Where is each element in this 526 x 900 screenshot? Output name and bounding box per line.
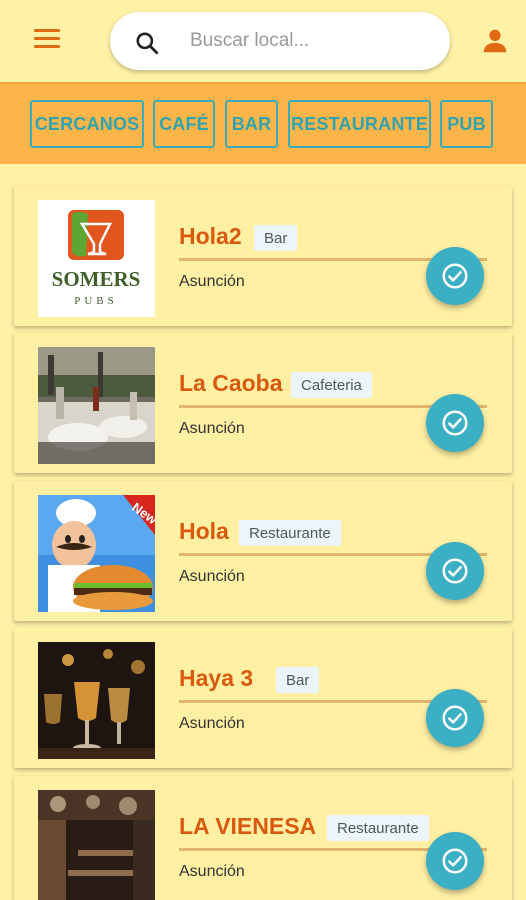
search-icon (136, 32, 159, 55)
place-name: Hola (179, 518, 229, 544)
check-in-button[interactable] (426, 689, 484, 747)
category-badge: Bar (276, 667, 320, 693)
filter-chip-restaurante[interactable]: RESTAURANTE (288, 100, 431, 148)
top-app-bar (0, 0, 526, 82)
filter-chip-cercanos[interactable]: CERCANOS (30, 100, 144, 148)
search-bar[interactable] (110, 12, 450, 70)
place-name: LA VIENESA (179, 813, 317, 839)
place-thumbnail (38, 790, 155, 900)
filter-chip-pub[interactable]: PUB (440, 100, 493, 148)
check-in-button[interactable] (426, 247, 484, 305)
category-badge: Bar (254, 225, 298, 251)
menu-icon[interactable] (34, 29, 60, 51)
check-circle-icon (442, 848, 468, 874)
logo-text-line2: PUBS (74, 295, 118, 307)
place-thumbnail (38, 642, 155, 759)
filter-chip-cafe[interactable]: CAFÉ (153, 100, 215, 148)
category-badge: Restaurante (327, 815, 429, 841)
place-card[interactable]: New Hola Restaurante Asunción (14, 481, 512, 621)
category-badge: Restaurante (239, 520, 341, 546)
user-icon[interactable] (480, 26, 510, 56)
place-thumbnail: New (38, 495, 155, 612)
check-circle-icon (442, 410, 468, 436)
check-circle-icon (442, 705, 468, 731)
place-name: Hola2 (179, 223, 242, 249)
place-city: Asunción (179, 420, 245, 437)
filter-bar: CERCANOS CAFÉ BAR RESTAURANTE PUB (0, 82, 526, 164)
logo-text-line1: SOMERS (52, 267, 141, 291)
check-circle-icon (442, 558, 468, 584)
search-input[interactable] (190, 22, 430, 60)
place-card[interactable]: La Caoba Cafeteria Asunción (14, 333, 512, 473)
check-in-button[interactable] (426, 394, 484, 452)
place-card[interactable]: Haya 3 Bar Asunción (14, 628, 512, 768)
check-in-button[interactable] (426, 542, 484, 600)
place-city: Asunción (179, 715, 245, 732)
check-in-button[interactable] (426, 832, 484, 890)
place-card[interactable]: LA VIENESA Restaurante Asunción (14, 776, 512, 900)
category-badge: Cafeteria (291, 372, 372, 398)
place-thumbnail (38, 347, 155, 464)
filter-chip-bar[interactable]: BAR (225, 100, 278, 148)
place-thumbnail: SOMERS PUBS (38, 200, 155, 317)
place-name: La Caoba (179, 370, 283, 396)
check-circle-icon (442, 263, 468, 289)
place-city: Asunción (179, 568, 245, 585)
place-name: Haya 3 (179, 665, 254, 691)
place-city: Asunción (179, 863, 245, 880)
place-city: Asunción (179, 273, 245, 290)
place-card[interactable]: SOMERS PUBS Hola2 Bar Asunción (14, 186, 512, 326)
